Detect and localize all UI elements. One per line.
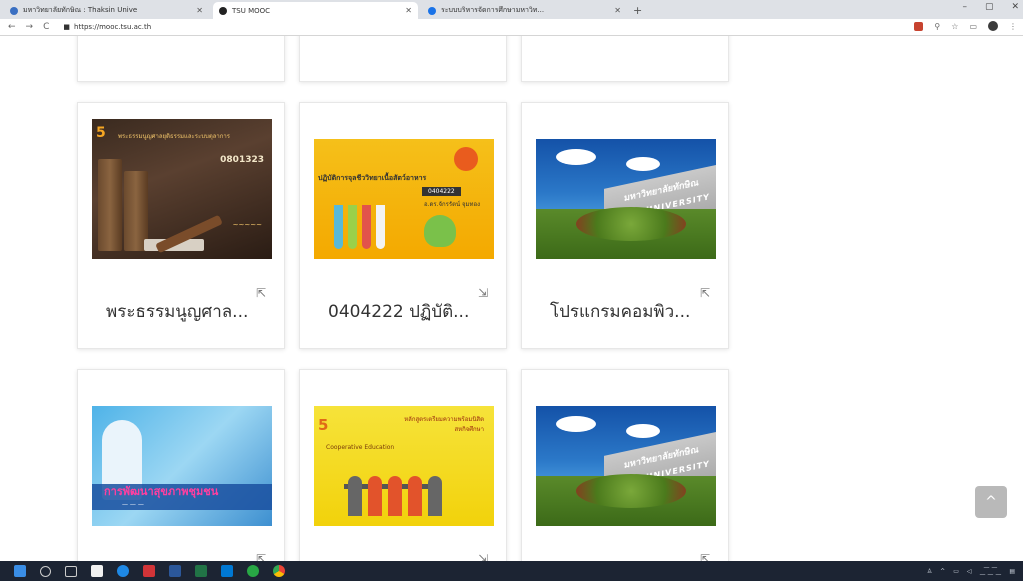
windows-taskbar: ♙ ^ ▭ ◁ — — — — — ▤	[0, 561, 1023, 581]
course-thumbnail-law[interactable]: 5 พระธรรมนูญศาลยุติธรรมและระบบตุลาการ 08…	[92, 119, 272, 259]
clock[interactable]: — — — — —	[980, 564, 1002, 578]
new-tab-icon[interactable]: +	[633, 4, 642, 17]
forward-icon[interactable]: →	[26, 22, 34, 32]
thumb-title: ปฏิบัติการจุลชีววิทยาเนื้อสัตว์อาหาร	[318, 174, 427, 182]
browser-tab[interactable]: มหาวิทยาลัยทักษิณ : Thaksin Unive ✕	[4, 2, 209, 19]
course-card[interactable]	[299, 36, 507, 82]
chrome-icon[interactable]	[273, 565, 285, 577]
thumb-signature: ~~~~~	[232, 221, 262, 229]
close-tab-icon[interactable]: ✕	[405, 6, 412, 15]
maximize-icon[interactable]: ▢	[985, 2, 994, 12]
task-view-icon[interactable]	[65, 565, 77, 577]
flask-image	[424, 215, 456, 247]
tray-chevron-icon[interactable]: ^	[940, 568, 945, 575]
network-icon[interactable]: ▭	[953, 568, 959, 575]
window-controls: – ▢ ✕	[962, 2, 1019, 12]
course-thumbnail-coop[interactable]: 5 หลักสูตรเตรียมความพร้อมนิสิต สหกิจศึกษ…	[314, 406, 494, 526]
thumb-title: การพัฒนาสุขภาพชุมชน	[104, 485, 219, 498]
thumb-header: พระธรรมนูญศาลยุติธรรมและระบบตุลาการ	[118, 133, 231, 140]
enrol-icon[interactable]: ⇱	[700, 286, 710, 300]
course-card[interactable]: 5 พระธรรมนูญศาลยุติธรรมและระบบตุลาการ 08…	[77, 102, 285, 349]
tab-label: ระบบบริหารจัดการศึกษามหาวิท...	[441, 6, 545, 14]
thumb-course-code: 0404222	[422, 187, 461, 196]
url-field[interactable]: ■ https://mooc.tsu.ac.th	[63, 23, 151, 31]
volume-icon[interactable]: ◁	[967, 568, 972, 575]
course-thumbnail-lab[interactable]: ปฏิบัติการจุลชีววิทยาเนื้อสัตว์อาหาร 040…	[314, 139, 494, 259]
app-icon[interactable]	[143, 565, 155, 577]
secure-lock-icon: ■	[63, 23, 71, 31]
address-bar: ← → C ■ https://mooc.tsu.ac.th ⚲ ☆ ▭ ⋮	[0, 19, 1023, 36]
cast-icon[interactable]: ▭	[969, 22, 977, 31]
course-thumbnail-health[interactable]: การพัฒนาสุขภาพชุมชน — — —	[92, 406, 272, 526]
browser-toolbar-right: ⚲ ☆ ▭ ⋮	[914, 21, 1017, 31]
course-card[interactable]: มหาวิทยาลัยทักษิณ UNIVERSITY โปรแกรมคอมพ…	[521, 102, 729, 349]
thumb-line1: หลักสูตรเตรียมความพร้อมนิสิต	[404, 416, 484, 423]
course-card[interactable]: มหาวิทยาลัยทักษิณ UNIVERSITY ⇱	[521, 369, 729, 561]
browser-tab-active[interactable]: TSU MOOC ✕	[213, 2, 418, 19]
tab-label: TSU MOOC	[232, 6, 271, 15]
reload-icon[interactable]: C	[43, 22, 49, 32]
thumb-line3: Cooperative Education	[326, 444, 395, 451]
app-icon[interactable]	[195, 565, 207, 577]
windows-start-icon[interactable]	[14, 565, 26, 577]
profile-avatar[interactable]	[988, 21, 998, 31]
store-icon[interactable]	[91, 565, 103, 577]
enrol-icon[interactable]: ⇲	[478, 552, 488, 561]
app-icon[interactable]	[247, 565, 259, 577]
course-title[interactable]: 0404222 ปฏิบัติ...	[328, 298, 498, 325]
thumb-course-code: 0801323	[220, 155, 264, 165]
enrol-icon[interactable]: ⇱	[256, 286, 266, 300]
minimize-icon[interactable]: –	[962, 2, 967, 12]
course-thumbnail-campus[interactable]: มหาวิทยาลัยทักษิณ UNIVERSITY	[536, 139, 716, 259]
enrol-icon[interactable]: ⇱	[256, 552, 266, 561]
course-card[interactable]: ปฏิบัติการจุลชีววิทยาเนื้อสัตว์อาหาร 040…	[299, 102, 507, 349]
favicon-icon	[428, 6, 436, 15]
close-tab-icon[interactable]: ✕	[196, 6, 203, 15]
app-icon[interactable]	[169, 565, 181, 577]
course-thumbnail-campus[interactable]: มหาวิทยาลัยทักษิณ UNIVERSITY	[536, 406, 716, 526]
anniversary-logo: 5	[96, 125, 106, 141]
search-icon[interactable]	[40, 565, 51, 577]
course-card[interactable]	[77, 36, 285, 82]
course-card[interactable]: 5 หลักสูตรเตรียมความพร้อมนิสิต สหกิจศึกษ…	[299, 369, 507, 561]
edge-icon[interactable]	[117, 565, 129, 577]
notification-icon[interactable]: ▤	[1009, 568, 1015, 575]
app-icon[interactable]	[221, 565, 233, 577]
enrol-icon[interactable]: ⇱	[700, 552, 710, 561]
nav-buttons: ← → C	[8, 22, 49, 32]
course-title[interactable]: โปรแกรมคอมพิว...	[550, 298, 720, 325]
anniversary-logo: 5	[318, 416, 329, 434]
browser-tab[interactable]: ระบบบริหารจัดการศึกษามหาวิท... ✕	[422, 2, 627, 19]
menu-icon[interactable]: ⋮	[1009, 22, 1017, 31]
close-window-icon[interactable]: ✕	[1011, 2, 1019, 12]
thumb-line2: สหกิจศึกษา	[454, 426, 484, 433]
anniversary-logo	[454, 147, 478, 171]
course-title[interactable]: พระธรรมนูญศาล...	[106, 298, 276, 325]
zoom-icon[interactable]: ⚲	[934, 22, 940, 31]
system-tray: ♙ ^ ▭ ◁ — — — — — ▤	[927, 564, 1015, 578]
chevron-up-icon: ^	[985, 494, 997, 510]
scroll-to-top-button[interactable]: ^	[975, 486, 1007, 518]
url-text[interactable]: https://mooc.tsu.ac.th	[74, 23, 151, 31]
close-tab-icon[interactable]: ✕	[614, 6, 621, 15]
people-icon[interactable]: ♙	[927, 568, 932, 575]
thumb-teacher: — — —	[122, 501, 144, 508]
thumb-teacher: อ.ดร.จักรรัตน์ จุมทอง	[424, 201, 480, 208]
extension-icon[interactable]	[914, 21, 924, 31]
tab-label: มหาวิทยาลัยทักษิณ : Thaksin Unive	[23, 6, 138, 14]
bookmark-star-icon[interactable]: ☆	[951, 22, 958, 31]
course-grid: 5 พระธรรมนูญศาลยุติธรรมและระบบตุลาการ 08…	[0, 36, 1023, 561]
favicon-icon	[10, 6, 18, 15]
course-card[interactable]: การพัฒนาสุขภาพชุมชน — — — ⇱	[77, 369, 285, 561]
favicon-icon	[219, 6, 227, 15]
back-icon[interactable]: ←	[8, 22, 16, 32]
browser-tabstrip: มหาวิทยาลัยทักษิณ : Thaksin Unive ✕ TSU …	[0, 0, 1023, 19]
enrol-icon[interactable]: ⇲	[478, 286, 488, 300]
course-card[interactable]	[521, 36, 729, 82]
